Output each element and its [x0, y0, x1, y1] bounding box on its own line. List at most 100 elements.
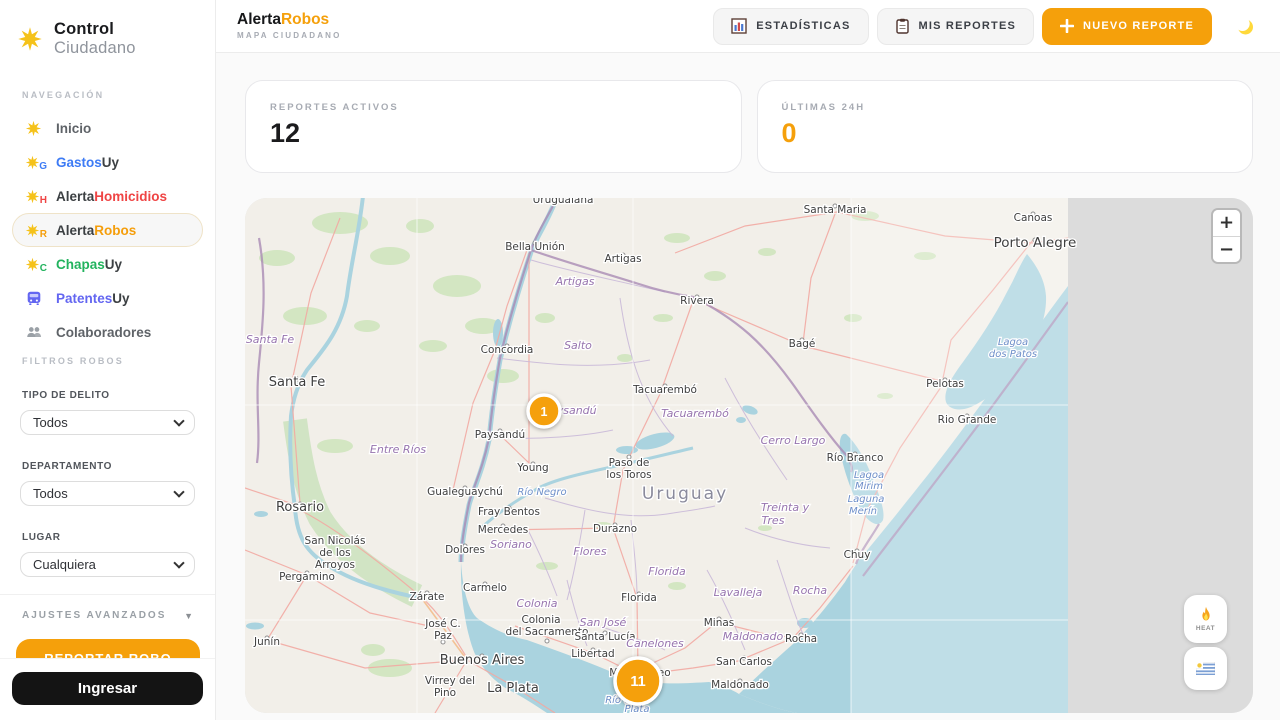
map-label-dept: Rocha [793, 584, 827, 597]
sidebar-item-label: AlertaHomicidios [56, 189, 167, 204]
map-label-city: Rio Grande [938, 414, 997, 426]
bar-chart-icon [731, 18, 747, 34]
map-label-city: Rivera [680, 295, 714, 307]
stat-value: 0 [782, 118, 1229, 149]
sun-c-icon: C [25, 254, 45, 274]
nuevo-reporte-button[interactable]: NUEVO REPORTE [1042, 8, 1212, 45]
sun-h-icon: H [25, 186, 45, 206]
sidebar-item-gastosuy[interactable]: G GastosUy [12, 145, 203, 179]
svg-text:1: 1 [541, 405, 548, 419]
map-label-dept: Flores [573, 545, 606, 558]
filter-label-lugar: LUGAR [22, 532, 193, 543]
uruguay-flag-icon [1196, 662, 1215, 675]
header: AlertaRobos MAPA CIUDADANO ESTADÍSTICAS … [216, 0, 1280, 53]
map-label-dept: Tres [762, 514, 785, 527]
ingresar-button[interactable]: Ingresar [12, 672, 203, 705]
page-title: AlertaRobos [237, 12, 342, 28]
map-label-city: José C. [424, 618, 460, 630]
bus-icon [25, 288, 45, 308]
filter-lugar: Cualquiera [20, 552, 195, 577]
map-zoom-control: + − [1213, 210, 1240, 262]
map-label-dept: Santa Fe [246, 333, 295, 346]
sun-icon [25, 118, 45, 138]
map-label-city: Virrey del [425, 675, 475, 687]
sidebar-item-label: Inicio [56, 121, 91, 136]
people-icon [25, 322, 45, 342]
sidebar-item-alertahomicidios[interactable]: H AlertaHomicidios [12, 179, 203, 213]
nav-section-label: NAVEGACIÓN [0, 90, 215, 100]
estadisticas-button[interactable]: ESTADÍSTICAS [713, 8, 868, 45]
stat-card-reportes-activos: REPORTES ACTIVOS 12 [245, 80, 742, 173]
map-label-city: Canoas [1014, 212, 1053, 224]
map-label-city: Maldonado [711, 679, 769, 691]
flame-icon [1197, 606, 1215, 624]
map-label-city: Pelotas [926, 378, 964, 390]
map-label-city: Rocha [785, 633, 817, 645]
filters-section-label: FILTROS ROBOS [0, 356, 215, 366]
map-label-dept: Salto [564, 339, 592, 352]
map-label-city: Arroyos [315, 559, 355, 571]
map-label-water: Lagoa [998, 337, 1028, 348]
map-label-city: Junín [253, 636, 280, 648]
departamento-select[interactable]: Todos [20, 481, 195, 506]
language-flag-button[interactable] [1184, 647, 1227, 690]
sidebar-item-patentesuy[interactable]: PatentesUy [12, 281, 203, 315]
sun-logo-icon [17, 26, 43, 52]
filter-tipo-delito: Todos [20, 410, 195, 435]
sidebar-item-inicio[interactable]: Inicio [12, 111, 203, 145]
svg-text:11: 11 [630, 674, 645, 690]
stat-card-ultimas-24h: ÚLTIMAS 24H 0 [757, 80, 1254, 173]
main-area: AlertaRobos MAPA CIUDADANO ESTADÍSTICAS … [216, 0, 1280, 720]
map-label-dept: Colonia [517, 597, 558, 610]
heatmap-toggle-button[interactable]: HEAT [1184, 595, 1227, 643]
sidebar-item-alertarobos[interactable]: R AlertaRobos [12, 213, 203, 247]
map-label-city: Gualeguaychú [427, 486, 503, 498]
tile-loading-veil [851, 198, 1068, 713]
stat-label: REPORTES ACTIVOS [270, 102, 717, 113]
map-label-city: Fray Bentos [478, 506, 540, 518]
map-label-city: Dolores [445, 544, 485, 556]
map-label-dept: Florida [648, 565, 686, 578]
map-label-city: Paysandú [475, 429, 525, 441]
map-label-city: Young [516, 462, 548, 474]
chevron-down-icon: ▼ [184, 611, 193, 621]
zoom-in-button[interactable]: + [1213, 210, 1240, 236]
advanced-settings-toggle[interactable]: AJUSTES AVANZADOS ▼ [0, 595, 215, 636]
stat-label: ÚLTIMAS 24H [782, 102, 1229, 113]
map-label-city: Chuy [844, 549, 871, 561]
map-cluster-marker[interactable]: 11 [615, 658, 661, 704]
sidebar-item-chapasuy[interactable]: C ChapasUy [12, 247, 203, 281]
dark-mode-toggle[interactable] [1230, 12, 1258, 40]
map-label-dept: Lavalleja [714, 586, 763, 599]
map-canvas[interactable]: UruguaianaSanta MariaCanoasPorto AlegreB… [245, 198, 1253, 713]
map-cluster-marker[interactable]: 1 [528, 395, 560, 427]
map-label-city: Bella Unión [505, 241, 565, 253]
map-label-water: Mirim [855, 481, 883, 492]
map-label-city: Uruguaiana [533, 198, 594, 206]
zoom-out-button[interactable]: − [1213, 236, 1240, 262]
brand[interactable]: Control Ciudadano [0, 0, 215, 58]
map-label-city: Artigas [604, 253, 641, 265]
filter-label-departamento: DEPARTAMENTO [22, 461, 193, 472]
map-container[interactable]: UruguaianaSanta MariaCanoasPorto AlegreB… [245, 198, 1253, 713]
header-actions: ESTADÍSTICAS MIS REPORTES NUEVO REPORTE [713, 8, 1258, 45]
sidebar-item-label: GastosUy [56, 155, 119, 170]
map-label-city: Pino [434, 687, 456, 699]
map-label-dept: Tacuarembó [661, 407, 729, 420]
map-label-city: La Plata [487, 681, 539, 696]
mis-reportes-button[interactable]: MIS REPORTES [877, 8, 1035, 45]
lugar-select[interactable]: Cualquiera [20, 552, 195, 577]
tipo-delito-select[interactable]: Todos [20, 410, 195, 435]
map-label-city: Buenos Aires [440, 653, 525, 668]
sidebar-item-colaboradores[interactable]: Colaboradores [12, 315, 203, 349]
map-label-water: Laguna [848, 494, 885, 505]
map-city-dot [545, 639, 549, 643]
map-label-city: San Nicolás [305, 535, 366, 547]
stat-value: 12 [270, 118, 717, 149]
map-label-city: los Toros [606, 469, 651, 481]
map-label-city: Bagé [789, 338, 816, 350]
map-label-city: Florida [621, 592, 657, 604]
map-label-dept: Soriano [490, 538, 532, 551]
stats-row: REPORTES ACTIVOS 12 ÚLTIMAS 24H 0 [216, 53, 1280, 173]
map-label-city: Colonia [521, 614, 560, 626]
